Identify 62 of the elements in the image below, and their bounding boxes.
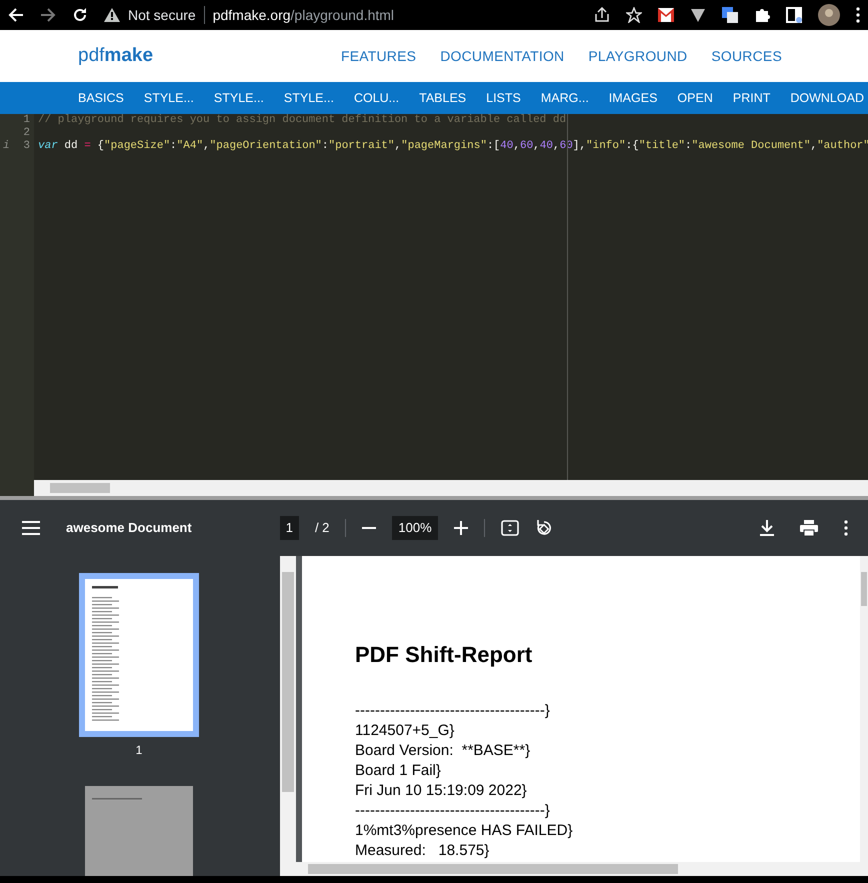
document-line: --------------------------------------} xyxy=(355,801,551,821)
example-link[interactable]: BASICS xyxy=(78,88,124,108)
example-link[interactable]: STYLE... xyxy=(144,88,194,108)
zoom-field[interactable]: 100% xyxy=(392,516,438,540)
code-line: // playground requires you to assign document definition to a variable called dd xyxy=(38,114,566,126)
url-text[interactable]: pdfmake.org/playground.html xyxy=(212,4,394,26)
page-number-field[interactable]: 1 xyxy=(280,516,299,540)
horizontal-scrollbar[interactable] xyxy=(34,480,868,496)
more-icon[interactable] xyxy=(844,520,848,536)
document-line: 1124507+5_G} xyxy=(355,721,456,741)
forward-icon[interactable] xyxy=(40,7,56,23)
page-label: 1 xyxy=(134,742,144,759)
zoom-in-icon[interactable] xyxy=(454,521,468,535)
example-link[interactable]: MARG... xyxy=(540,88,589,108)
v-shape-icon[interactable] xyxy=(690,7,706,23)
example-link[interactable]: IMAGES xyxy=(608,88,658,108)
avatar-icon[interactable] xyxy=(818,4,840,26)
document-line: Board Version: **BASE**} xyxy=(355,741,532,761)
line-number: 2 xyxy=(23,127,30,139)
download-icon[interactable] xyxy=(760,520,774,536)
example-link[interactable]: PRINT xyxy=(732,88,770,108)
example-link[interactable]: DOWNLOAD xyxy=(790,88,864,108)
nav-link[interactable]: PLAYGROUND xyxy=(588,46,688,66)
document-line: Board 1 Fail} xyxy=(355,761,442,781)
page-thumbnail[interactable] xyxy=(79,573,199,737)
security-label: Not secure xyxy=(128,6,196,24)
document-heading: PDF Shift-Report xyxy=(355,641,534,669)
print-icon[interactable] xyxy=(800,520,818,536)
back-icon[interactable] xyxy=(8,7,24,23)
example-link[interactable]: COLU... xyxy=(354,88,400,108)
example-link[interactable]: LISTS xyxy=(486,88,521,108)
document-title: awesome Document xyxy=(66,519,192,538)
example-link[interactable]: TABLES xyxy=(419,88,466,108)
document-line: Measured: 18.575} xyxy=(355,841,490,861)
brand-logo[interactable]: pdfmake xyxy=(78,42,154,70)
translate-icon[interactable] xyxy=(722,7,738,23)
page-total: / 2 xyxy=(314,519,330,538)
reload-icon[interactable] xyxy=(72,7,88,23)
warning-icon xyxy=(104,8,120,22)
sidebar-icon[interactable] xyxy=(786,7,802,23)
mail-icon[interactable] xyxy=(658,8,674,22)
nav-link[interactable]: FEATURES xyxy=(340,46,416,66)
vertical-scrollbar[interactable] xyxy=(860,556,868,876)
example-link[interactable]: OPEN xyxy=(677,88,713,108)
document-line: 1%mt3%presence HAS FAILED} xyxy=(355,821,574,841)
info-icon: i xyxy=(3,140,10,153)
line-number: 3 xyxy=(23,140,30,152)
puzzle-icon[interactable] xyxy=(754,7,770,23)
share-icon[interactable] xyxy=(594,7,610,23)
nav-link[interactable]: DOCUMENTATION xyxy=(440,46,564,66)
document-line: --------------------------------------} xyxy=(355,701,551,721)
document-line: Fri Jun 10 15:19:09 2022} xyxy=(355,781,528,801)
menu-icon[interactable] xyxy=(22,521,40,535)
nav-link[interactable]: SOURCES xyxy=(711,46,782,66)
star-icon[interactable] xyxy=(626,7,642,23)
menu-icon[interactable] xyxy=(856,7,860,23)
example-link[interactable]: STYLE... xyxy=(284,88,334,108)
fit-page-icon[interactable] xyxy=(500,520,519,536)
sidebar-scrollbar[interactable] xyxy=(280,556,296,876)
example-link[interactable]: STYLE... xyxy=(214,88,264,108)
rotate-icon[interactable] xyxy=(534,519,553,537)
line-number: 1 xyxy=(23,114,30,126)
